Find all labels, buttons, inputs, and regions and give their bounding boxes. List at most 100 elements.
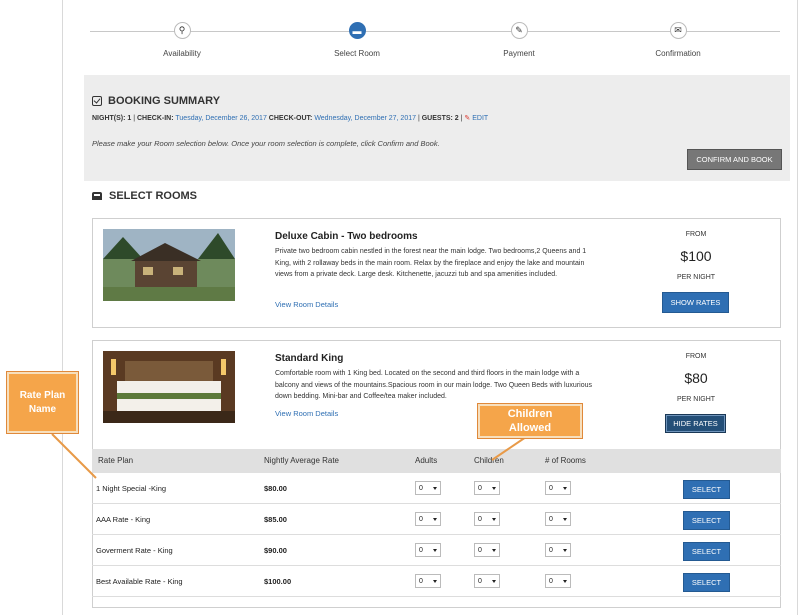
price-amount: $80	[684, 370, 708, 386]
select-rate-button[interactable]: SELECT	[683, 542, 730, 561]
rate-plan-callout: Rate Plan Name	[7, 372, 78, 433]
nightly-rate: $90.00	[264, 546, 287, 555]
rooms-value: 0	[549, 577, 553, 585]
children-select[interactable]: 0	[474, 481, 500, 495]
per-night-label: PER NIGHT	[676, 396, 716, 403]
checkbox-icon	[92, 96, 102, 106]
chevron-down-icon	[492, 518, 496, 521]
chevron-down-icon	[492, 487, 496, 490]
booking-summary-details: NIGHT(S): 1 | CHECK-IN: Tuesday, Decembe…	[92, 115, 489, 122]
room-photo-king	[103, 351, 235, 423]
children-value: 0	[478, 546, 482, 554]
children-callout-text: Children Allowed	[507, 408, 553, 434]
hide-rates-button[interactable]: HIDE RATES	[665, 414, 726, 433]
rooms-select[interactable]: 0	[545, 543, 571, 557]
room-description: Comfortable room with 1 King bed. Locate…	[275, 370, 592, 400]
table-row: Goverment Rate - King $90.00 0 0 0 SELEC…	[92, 535, 781, 566]
step-label: Payment	[503, 49, 535, 58]
booking-stepper: ⚲ Availability ▬ Select Room ✎ Payment ✉…	[90, 18, 780, 60]
chevron-down-icon	[433, 487, 437, 490]
chevron-down-icon	[563, 518, 567, 521]
header-nightly-rate: Nightly Average Rate	[264, 456, 340, 465]
room-description: Private two bedroom cabin nestled in the…	[275, 248, 587, 278]
selection-instructions: Please make your Room selection below. O…	[92, 139, 440, 148]
rooms-select[interactable]: 0	[545, 481, 571, 495]
children-select[interactable]: 0	[474, 543, 500, 557]
checkout-label: CHECK-OUT:	[268, 115, 313, 122]
chevron-down-icon	[563, 549, 567, 552]
step-payment[interactable]: ✎ Payment	[459, 18, 579, 58]
room-name: Standard King	[275, 353, 344, 364]
adults-select[interactable]: 0	[415, 574, 441, 588]
adults-value: 0	[419, 577, 423, 585]
price-from-label: FROM	[685, 231, 707, 238]
header-adults: Adults	[415, 456, 438, 465]
envelope-icon: ✉	[669, 22, 687, 39]
adults-select[interactable]: 0	[415, 481, 441, 495]
chevron-down-icon	[492, 580, 496, 583]
adults-select[interactable]: 0	[415, 512, 441, 526]
view-room-details-link[interactable]: View Room Details	[275, 300, 338, 309]
guests-label: GUESTS: 2	[421, 115, 459, 122]
checkin-date: Tuesday, December 26, 2017	[175, 115, 267, 122]
chevron-down-icon	[433, 549, 437, 552]
step-select-room[interactable]: ▬ Select Room	[297, 18, 417, 58]
header-rate-plan: Rate Plan	[98, 456, 134, 465]
rooms-select[interactable]: 0	[545, 574, 571, 588]
nights-label: NIGHT(S): 1	[92, 115, 132, 122]
rates-table-header: Rate Plan Nightly Average Rate Adults Ch…	[92, 449, 781, 473]
search-icon: ⚲	[173, 22, 191, 39]
select-rate-button[interactable]: SELECT	[683, 480, 730, 499]
header-children: Children	[474, 456, 504, 465]
room-name: Deluxe Cabin - Two bedrooms	[275, 231, 418, 242]
rate-plan-callout-text: Rate Plan Name	[19, 389, 66, 415]
booking-summary-title: BOOKING SUMMARY	[92, 95, 220, 107]
confirm-and-book-button[interactable]: CONFIRM AND BOOK	[687, 149, 782, 170]
children-value: 0	[478, 577, 482, 585]
nightly-rate: $100.00	[264, 577, 292, 586]
booking-summary-title-text: BOOKING SUMMARY	[108, 95, 221, 107]
rooms-select[interactable]: 0	[545, 512, 571, 526]
table-row: AAA Rate - King $85.00 0 0 0 SELECT	[92, 504, 781, 535]
rate-plan-name: Best Available Rate - King	[96, 577, 183, 586]
edit-link[interactable]: ✎ EDIT	[464, 115, 488, 122]
bed-icon	[92, 192, 102, 200]
checkin-label: CHECK-IN:	[137, 115, 174, 122]
adults-value: 0	[419, 484, 423, 492]
children-select[interactable]: 0	[474, 512, 500, 526]
select-rate-button[interactable]: SELECT	[683, 573, 730, 592]
adults-select[interactable]: 0	[415, 543, 441, 557]
rate-plan-name: Goverment Rate - King	[96, 546, 173, 555]
step-label: Select Room	[334, 49, 380, 58]
rate-plan-name: 1 Night Special -King	[96, 484, 167, 493]
table-row: 1 Night Special -King $80.00 0 0 0 SELEC…	[92, 473, 781, 504]
children-value: 0	[478, 484, 482, 492]
children-select[interactable]: 0	[474, 574, 500, 588]
pencil-icon: ✎	[464, 115, 471, 122]
rooms-value: 0	[549, 546, 553, 554]
select-rooms-title: SELECT ROOMS	[109, 190, 198, 202]
chevron-down-icon	[492, 549, 496, 552]
step-availability[interactable]: ⚲ Availability	[122, 18, 242, 58]
select-rooms-heading: SELECT ROOMS	[92, 190, 197, 202]
room-card-deluxe-cabin: Deluxe Cabin - Two bedrooms Private two …	[92, 218, 781, 328]
chevron-down-icon	[563, 580, 567, 583]
booking-summary-panel: BOOKING SUMMARY NIGHT(S): 1 | CHECK-IN: …	[84, 75, 790, 181]
pencil-icon: ✎	[510, 22, 528, 39]
step-confirmation[interactable]: ✉ Confirmation	[618, 18, 738, 58]
view-room-details-link[interactable]: View Room Details	[275, 409, 338, 418]
step-label: Availability	[163, 49, 201, 58]
per-night-label: PER NIGHT	[676, 274, 716, 281]
table-row: Best Available Rate - King $100.00 0 0 0…	[92, 566, 781, 597]
nightly-rate: $85.00	[264, 515, 287, 524]
select-rate-button[interactable]: SELECT	[683, 511, 730, 530]
children-allowed-callout: Children Allowed	[478, 404, 582, 438]
children-value: 0	[478, 515, 482, 523]
show-rates-button[interactable]: SHOW RATES	[662, 292, 729, 313]
rooms-value: 0	[549, 515, 553, 523]
adults-value: 0	[419, 546, 423, 554]
rate-plan-arrow	[51, 433, 97, 479]
step-label: Confirmation	[655, 49, 701, 58]
nightly-rate: $80.00	[264, 484, 287, 493]
room-photo-cabin	[103, 229, 235, 301]
